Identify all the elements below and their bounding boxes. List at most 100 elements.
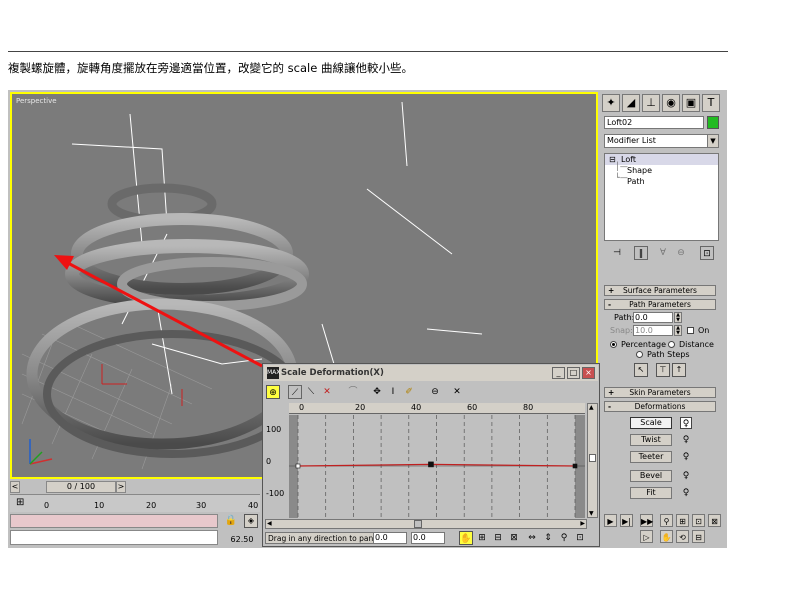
remove-modifier-icon[interactable]: ⊖ [674,246,688,260]
path-spinner[interactable]: 0.0 [633,312,673,323]
skin-parameters-rollout[interactable]: + Skin Parameters [604,387,716,398]
close-icon[interactable]: × [582,367,595,379]
lock-icon[interactable]: 🔒 [224,515,238,527]
key-filter-icon[interactable]: ⊞ [16,497,24,508]
bulb-icon[interactable]: ♀ [680,487,692,499]
play-icon[interactable]: ▶ [604,514,617,527]
make-unique-icon[interactable]: ∀ [656,246,670,260]
reset-curve-icon[interactable]: ✕ [450,385,464,399]
distance-radio[interactable] [668,341,675,348]
track-bar[interactable]: ⊞ 0 10 20 30 40 [10,494,260,512]
go-to-end-icon[interactable]: ▶▶ [640,514,653,527]
time-next-button[interactable]: > [116,481,126,493]
y-value-field[interactable]: 0.0 [411,532,445,544]
scroll-thumb[interactable] [414,520,422,528]
time-slider[interactable]: < 0 / 100 > [10,481,260,493]
arc-rotate-icon[interactable]: ⟲ [676,530,689,543]
bulb-icon[interactable]: ♀ [680,434,692,446]
zoom-horizontally-icon[interactable]: ⇔ [525,531,539,545]
zoom-horizontal-extents-icon[interactable]: ⊟ [491,531,505,545]
configure-sets-icon[interactable]: ⊡ [700,246,714,260]
x-value-field[interactable]: 0.0 [373,532,407,544]
pan-icon[interactable]: ✋ [660,530,673,543]
scroll-left-icon[interactable]: ◀ [267,520,272,527]
zoom-vertically-icon[interactable]: ⇕ [541,531,555,545]
time-frame-display[interactable]: 0 / 100 [46,481,116,493]
stack-item-path[interactable]: Path [627,177,645,186]
make-symmetrical-icon[interactable]: ⊕ [266,385,280,399]
delete-control-point-icon[interactable]: ⊖ [428,385,442,399]
pin-stack-icon[interactable]: ⊣ [610,246,624,260]
scroll-down-icon[interactable]: ▼ [589,510,594,517]
scale-control-point-icon[interactable]: Ⅰ [386,385,400,399]
fit-deformation-button[interactable]: Fit [630,487,672,499]
snap-spinner[interactable]: 10.0 [633,325,673,336]
minimize-icon[interactable]: _ [552,367,565,379]
next-frame-icon[interactable]: ▶| [620,514,633,527]
time-prev-button[interactable]: < [10,481,20,493]
motion-icon[interactable]: ◉ [662,94,680,112]
vertical-scrollbar[interactable]: ▲ ▼ [587,403,598,518]
maximize-viewport-icon[interactable]: ⊟ [692,530,705,543]
maxscript-listener[interactable] [10,514,218,528]
chevron-down-icon[interactable]: ▼ [707,135,718,147]
bulb-icon[interactable]: ♀ [680,417,692,429]
stack-item-shape[interactable]: Shape [627,166,652,175]
prompt-line[interactable] [10,530,218,545]
hierarchy-icon[interactable]: ⊥ [642,94,660,112]
window-titlebar[interactable]: MAX Scale Deformation(X) _ □ × [264,365,598,381]
scroll-thumb[interactable] [589,454,596,462]
modify-icon[interactable]: ◢ [622,94,640,112]
bulb-icon[interactable]: ♀ [680,451,692,463]
move-control-point-icon[interactable]: ✥ [370,385,384,399]
zoom-extents-icon[interactable]: ⊡ [692,514,705,527]
show-end-result-icon[interactable]: ‖ [634,246,648,260]
zoom-vertical-extents-icon[interactable]: ⊠ [507,531,521,545]
twist-deformation-button[interactable]: Twist [630,434,672,446]
zoom-all-icon[interactable]: ⊞ [676,514,689,527]
scroll-up-icon[interactable]: ▲ [589,404,594,411]
modifier-stack[interactable]: ⊟ Loft │— Shape └— Path [604,153,719,241]
pick-shape-icon[interactable]: ↖ [634,363,648,377]
scale-deformation-window[interactable]: MAX Scale Deformation(X) _ □ × ⊕ ⟋ ⟍ ✕ ⌒… [262,363,600,547]
zoom-icon[interactable]: ⚲ [557,531,571,545]
display-xy-axes-icon[interactable]: ✕ [320,385,334,399]
spinner-arrows-icon[interactable]: ▲ ▼ [674,312,682,323]
scale-deformation-button[interactable]: Scale [630,417,672,429]
control-point[interactable] [428,461,434,468]
zoom-icon[interactable]: ⚲ [660,514,673,527]
path-parameters-rollout[interactable]: - Path Parameters [604,299,716,310]
insert-corner-point-icon[interactable]: ✐ [402,385,416,399]
modifier-list-dropdown[interactable]: Modifier List ▼ [604,134,719,148]
path-steps-radio[interactable] [636,351,643,358]
object-color-swatch[interactable] [707,116,719,129]
display-x-axis-icon[interactable]: ⟋ [288,385,302,399]
display-icon[interactable]: ▣ [682,94,700,112]
absolute-mode-icon[interactable]: ◈ [244,514,258,528]
deformations-rollout[interactable]: - Deformations [604,401,716,412]
control-point[interactable] [295,463,301,469]
field-of-view-icon[interactable]: ▷ [640,530,653,543]
scroll-right-icon[interactable]: ▶ [580,520,585,527]
snap-on-checkbox[interactable] [687,327,694,334]
deformation-graph[interactable] [289,415,585,518]
horizontal-scrollbar[interactable]: ◀ ▶ [265,519,587,529]
create-icon[interactable]: ✦ [602,94,620,112]
surface-parameters-rollout[interactable]: + Surface Parameters [604,285,716,296]
spinner-arrows-icon[interactable]: ▲ ▼ [674,325,682,336]
control-point[interactable] [572,463,578,469]
swap-curves-icon[interactable]: ⌒ [346,385,360,399]
utilities-icon[interactable]: T [702,94,720,112]
percentage-radio[interactable] [610,341,617,348]
zoom-region-icon[interactable]: ⊡ [573,531,587,545]
previous-shape-icon[interactable]: ⊤ [656,363,670,377]
bulb-icon[interactable]: ♀ [680,470,692,482]
bevel-deformation-button[interactable]: Bevel [630,470,672,482]
teeter-deformation-button[interactable]: Teeter [630,451,672,463]
next-shape-icon[interactable]: ↑ [672,363,686,377]
maximize-icon[interactable]: □ [567,367,580,379]
zoom-extents-all-icon[interactable]: ⊠ [708,514,721,527]
object-name-field[interactable]: Loft02 [604,116,704,129]
pan-icon[interactable]: ✋ [459,531,473,545]
display-y-axis-icon[interactable]: ⟍ [304,385,318,399]
